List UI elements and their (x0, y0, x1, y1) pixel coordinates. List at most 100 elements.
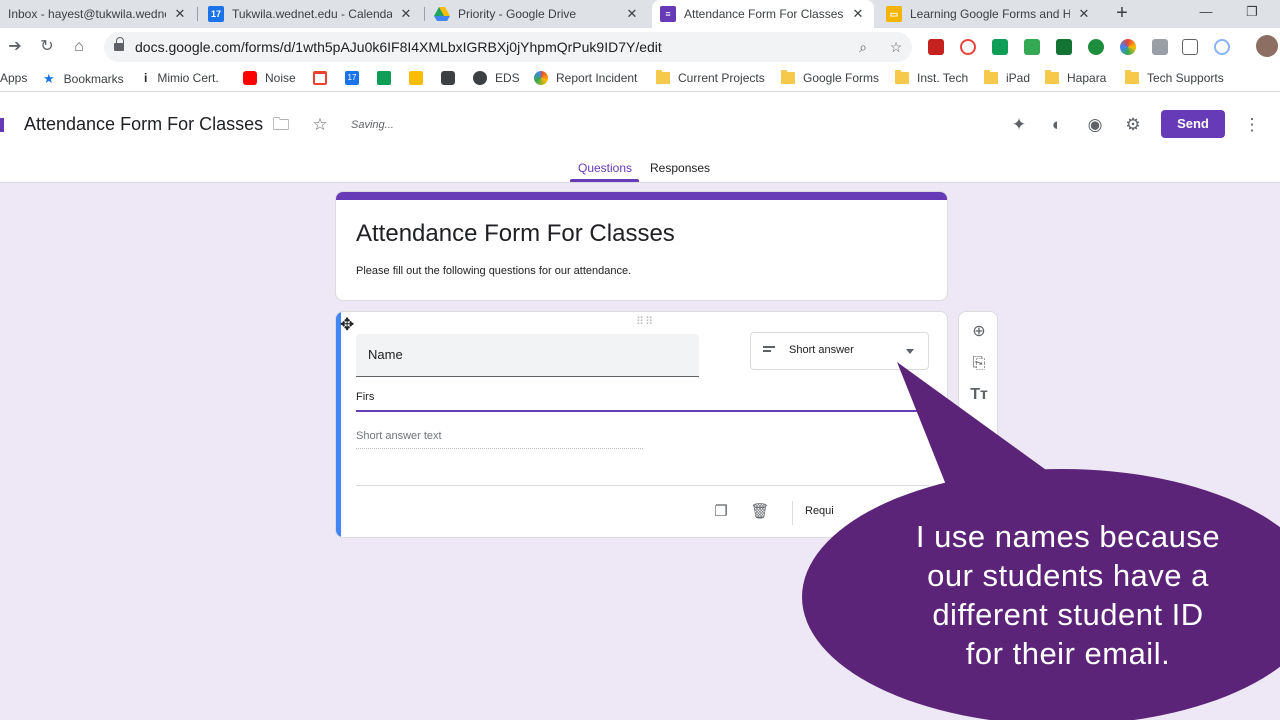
bookmark-label: Mimio Cert. (157, 71, 219, 85)
extension-icon[interactable] (1152, 39, 1168, 55)
import-questions-icon[interactable]: ⎘ (968, 353, 990, 375)
question-title-field[interactable]: Name (356, 334, 699, 377)
question-type-label: Short answer (789, 344, 854, 356)
bookmark-tech-supports[interactable]: Tech Supports (1125, 70, 1224, 85)
add-title-icon[interactable]: Tт (968, 384, 990, 406)
close-icon[interactable]: ✕ (1076, 6, 1092, 22)
restore-icon[interactable]: ❐ (1232, 0, 1272, 28)
bookmark-gmail[interactable] (313, 71, 335, 85)
card-footer-divider (356, 485, 929, 486)
extension-icon[interactable] (1120, 39, 1136, 55)
question-description-field[interactable]: Firs (356, 388, 929, 412)
browser-toolbar: ➔ ↻ ⌂ docs.google.com/forms/d/1wth5pAJu0… (0, 28, 1280, 66)
bookmark-eds[interactable]: EDS (473, 71, 520, 85)
calendar-icon: 17 (345, 71, 359, 85)
star-icon[interactable]: ☆ (309, 114, 331, 136)
forward-icon[interactable]: ➔ (3, 35, 27, 59)
slides-icon: ▭ (886, 6, 902, 22)
bookmark-star-icon[interactable]: ☆ (887, 38, 905, 56)
zoom-icon[interactable]: ⌕ (854, 38, 872, 56)
more-options-icon[interactable]: ⋮ (1241, 114, 1263, 136)
question-description-value[interactable]: Firs (356, 391, 374, 403)
extension-icon[interactable] (992, 39, 1008, 55)
bookmark-current-projects[interactable]: Current Projects (656, 70, 765, 85)
browser-tab-slides[interactable]: ▭ Learning Google Forms and H ✕ (878, 0, 1100, 28)
active-question-indicator (336, 312, 341, 537)
preview-eye-icon[interactable]: ◉ (1084, 114, 1106, 136)
extension-icon[interactable] (960, 39, 976, 55)
palette-icon[interactable]: ◐ (1046, 114, 1068, 136)
close-icon[interactable]: ✕ (624, 6, 640, 22)
addons-icon[interactable]: ✦ (1008, 114, 1030, 136)
extension-icon[interactable] (1056, 39, 1072, 55)
tab-responses[interactable]: Responses (650, 161, 710, 175)
browser-tab-forms-active[interactable]: ≡ Attendance Form For Classes - ✕ (652, 0, 874, 28)
browser-tab-gmail[interactable]: Inbox - hayest@tukwila.wedne ✕ (0, 0, 196, 28)
duplicate-icon[interactable]: ❐ (710, 501, 732, 523)
bookmark-google-forms[interactable]: Google Forms (781, 70, 879, 85)
floating-side-toolbar: ⊕ ⎘ Tт (958, 311, 998, 471)
document-title[interactable]: Attendance Form For Classes (24, 114, 263, 135)
send-button[interactable]: Send (1161, 110, 1225, 138)
url-text[interactable]: docs.google.com/forms/d/1wth5pAJu0k6IF8I… (135, 39, 662, 55)
folder-icon (984, 70, 998, 84)
pinwheel-icon (534, 71, 548, 85)
bookmark-calendar[interactable]: 17 (345, 71, 367, 85)
question-title[interactable]: Name (368, 347, 403, 362)
extension-icon[interactable] (1024, 39, 1040, 55)
extension-icon[interactable] (1088, 39, 1104, 55)
browser-tab-calendar[interactable]: 17 Tukwila.wednet.edu - Calenda ✕ (200, 0, 422, 28)
question-card[interactable]: ⠿⠿ ✥ Name Short answer Firs Short answer… (335, 311, 948, 538)
tab-title: Tukwila.wednet.edu - Calenda (232, 7, 392, 21)
browser-tab-drive[interactable]: Priority - Google Drive ✕ (426, 0, 648, 28)
bookmark-hapara[interactable]: Hapara (1045, 70, 1107, 85)
profile-avatar[interactable] (1256, 35, 1278, 57)
form-title-card[interactable]: Attendance Form For Classes Please fill … (335, 191, 948, 301)
form-title[interactable]: Attendance Form For Classes (356, 220, 675, 248)
forms-logo (0, 118, 4, 132)
close-icon[interactable]: ✕ (850, 6, 866, 22)
close-icon[interactable]: ✕ (398, 6, 414, 22)
minimize-icon[interactable]: — (1186, 0, 1226, 28)
tab-title: Inbox - hayest@tukwila.wedne (8, 7, 166, 21)
tab-questions[interactable]: Questions (578, 161, 632, 175)
new-tab-button[interactable]: + (1110, 2, 1134, 26)
bookmark-apps[interactable]: Apps (0, 71, 27, 85)
bookmark-bookmarks[interactable]: ★ Bookmarks (43, 71, 124, 87)
extension-icon[interactable] (1182, 39, 1198, 55)
delete-trash-icon[interactable]: 🗑 (749, 501, 771, 523)
extension-icon[interactable] (1214, 39, 1230, 55)
question-type-dropdown[interactable]: Short answer (750, 332, 929, 370)
address-bar[interactable]: docs.google.com/forms/d/1wth5pAJu0k6IF8I… (104, 32, 912, 62)
form-description[interactable]: Please fill out the following questions … (356, 265, 631, 277)
classroom-icon (377, 71, 391, 85)
dropdown-caret-icon (906, 349, 914, 354)
footer-separator (792, 501, 793, 525)
bookmark-ipad[interactable]: iPad (984, 70, 1030, 85)
bookmark-mimio[interactable]: i Mimio Cert. (144, 71, 219, 85)
extension-icon[interactable] (928, 39, 944, 55)
bookmark-keep[interactable] (409, 71, 431, 85)
folder-icon[interactable]: 🗀 (270, 114, 292, 136)
bookmark-label: Report Incident (556, 71, 638, 85)
folder-icon (1125, 70, 1139, 84)
globe-icon (473, 71, 487, 85)
bookmark-inst-tech[interactable]: Inst. Tech (895, 70, 968, 85)
close-icon[interactable]: ✕ (172, 6, 188, 22)
bookmark-label: Tech Supports (1147, 71, 1224, 85)
bookmark-classroom[interactable] (377, 71, 399, 85)
add-question-icon[interactable]: ⊕ (968, 321, 990, 343)
home-icon[interactable]: ⌂ (67, 35, 91, 59)
bookmark-noise[interactable]: Noise (243, 71, 296, 85)
bookmark-label: Current Projects (678, 71, 765, 85)
tab-separator (424, 7, 425, 21)
bookmark-screen[interactable] (441, 71, 463, 85)
settings-gear-icon[interactable]: ⚙ (1122, 114, 1144, 136)
bookmark-label: Hapara (1067, 71, 1107, 85)
required-toggle-label[interactable]: Requi (805, 505, 834, 517)
tab-title: Priority - Google Drive (458, 7, 577, 21)
reload-icon[interactable]: ↻ (35, 35, 59, 59)
drag-handle-icon[interactable]: ⠿⠿ (636, 315, 654, 328)
bookmark-report-incident[interactable]: Report Incident (534, 71, 637, 85)
folder-icon (656, 70, 670, 84)
